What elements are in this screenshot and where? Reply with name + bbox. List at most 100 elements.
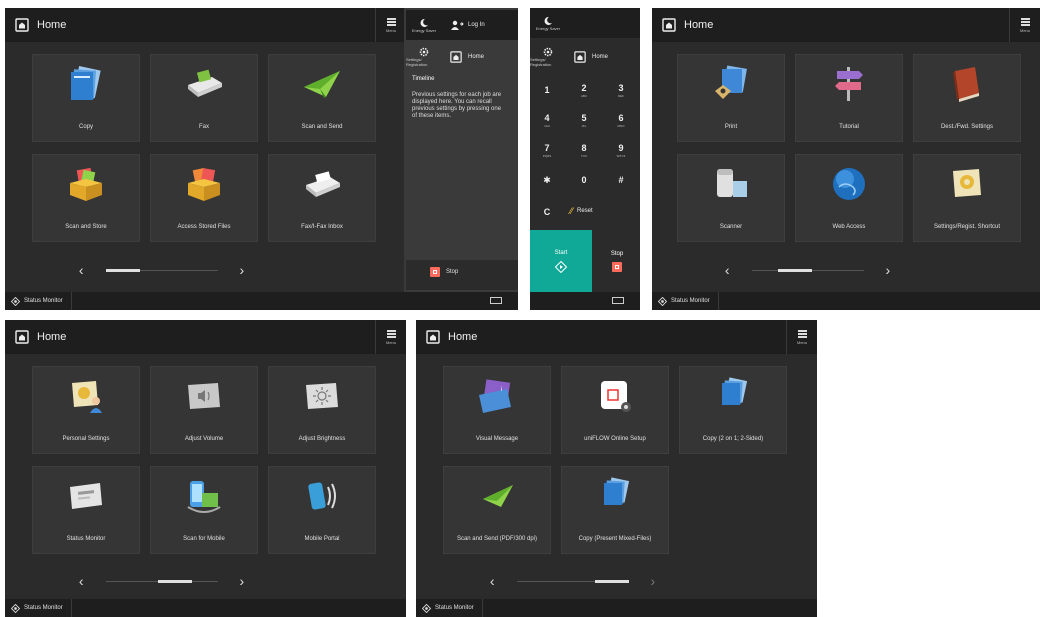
key-letters: WXYZ xyxy=(616,153,626,158)
menu-button[interactable]: Menu xyxy=(375,320,406,354)
gear-icon xyxy=(543,47,553,57)
tile-access-stored-files[interactable]: Access Stored Files xyxy=(150,154,258,242)
menu-button[interactable]: Menu xyxy=(786,320,817,354)
chevron-left-icon[interactable]: ‹ xyxy=(79,263,84,277)
status-bar: Status Monitor xyxy=(5,292,406,310)
chevron-right-icon[interactable]: › xyxy=(651,574,656,588)
tile-scan-and-store[interactable]: Scan and Store xyxy=(32,154,140,242)
tile-tutorial[interactable]: Tutorial xyxy=(795,54,903,142)
tile-settings-regist-shortcut[interactable]: Settings/Regist. Shortcut xyxy=(913,154,1021,242)
key-1[interactable]: 1 xyxy=(530,76,564,104)
key-hash[interactable]: # xyxy=(604,166,638,194)
tile-scan-for-mobile[interactable]: Scan for Mobile xyxy=(150,466,258,554)
key-8[interactable]: 8 TUV xyxy=(567,136,601,164)
tile-grid: Print Tutorial Dest./Fwd. Settings Scann… xyxy=(677,54,1021,242)
tile-status-monitor[interactable]: Status Monitor xyxy=(32,466,140,554)
key-5[interactable]: 5 JKL xyxy=(567,106,601,134)
user-icon xyxy=(451,20,464,30)
menu-icon xyxy=(1020,17,1030,26)
home-title[interactable]: Home xyxy=(15,330,66,344)
chevron-left-icon[interactable]: ‹ xyxy=(725,263,730,277)
key-7[interactable]: 7 PQRS xyxy=(530,136,564,164)
menu-button[interactable]: Menu xyxy=(375,8,406,42)
tile-scanner[interactable]: Scanner xyxy=(677,154,785,242)
tile-label: Copy xyxy=(78,124,93,130)
tile-adjust-brightness[interactable]: Adjust Brightness xyxy=(268,366,376,454)
energy-saver-button[interactable]: Energy Saver xyxy=(406,18,442,33)
clear-label: C xyxy=(543,207,551,217)
key-0[interactable]: 0 xyxy=(567,166,601,194)
tile-visual-message[interactable]: i Visual Message xyxy=(443,366,551,454)
tile-personal-settings[interactable]: Personal Settings xyxy=(32,366,140,454)
tile-copy[interactable]: Copy xyxy=(32,54,140,142)
home-title[interactable]: Home xyxy=(426,330,477,344)
reset-button[interactable]: ⁄⁄ Reset xyxy=(570,206,593,216)
tile-label: Dest./Fwd. Settings xyxy=(940,124,993,130)
top-bar: Home Menu xyxy=(416,320,817,354)
energy-saver-label: Energy Saver xyxy=(411,27,437,33)
svg-text:i: i xyxy=(501,387,502,393)
tile-scan-send-pdf[interactable]: Scan and Send (PDF/300 dpi) xyxy=(443,466,551,554)
start-button[interactable]: Start xyxy=(530,230,592,292)
status-monitor-button[interactable]: Status Monitor xyxy=(416,599,483,617)
tile-label: Scan for Mobile xyxy=(183,536,225,542)
stop-label: Stop xyxy=(446,269,459,275)
home-title[interactable]: Home xyxy=(15,18,66,32)
chevron-left-icon[interactable]: ‹ xyxy=(79,574,84,588)
tile-dest-fwd-settings[interactable]: Dest./Fwd. Settings xyxy=(913,54,1021,142)
tile-fax[interactable]: Fax xyxy=(150,54,258,142)
tile-scan-and-send[interactable]: Scan and Send xyxy=(268,54,376,142)
tile-uniflow-online-setup[interactable]: uniFLOW Online Setup xyxy=(561,366,669,454)
tile-print[interactable]: Print xyxy=(677,54,785,142)
settings-registration-button[interactable]: Settings/ Registration xyxy=(530,47,566,67)
keypad-panel: Energy Saver Settings/ Registration Home… xyxy=(530,8,640,310)
key-letters: PQRS xyxy=(542,153,552,158)
energy-saver-label: Energy Saver xyxy=(535,25,561,31)
settings-registration-button[interactable]: Settings/ Registration xyxy=(406,47,442,67)
key-digit: 1 xyxy=(544,84,550,95)
scan-mobile-icon xyxy=(187,481,221,513)
key-asterisk[interactable]: ✱ xyxy=(530,166,564,194)
menu-button[interactable]: Menu xyxy=(1009,8,1040,42)
tile-copy-present-mixed[interactable]: Copy (Present Mixed-Files) xyxy=(561,466,669,554)
status-monitor-button[interactable]: Status Monitor xyxy=(5,292,72,310)
tile-web-access[interactable]: Web Access xyxy=(795,154,903,242)
status-monitor-button[interactable]: Status Monitor xyxy=(5,599,72,617)
key-2[interactable]: 2 ABC xyxy=(567,76,601,104)
tile-adjust-volume[interactable]: Adjust Volume xyxy=(150,366,258,454)
key-digit: 4 xyxy=(544,112,550,123)
log-in-button[interactable]: Log In xyxy=(450,20,485,30)
tile-mobile-portal[interactable]: Mobile Portal xyxy=(268,466,376,554)
clear-key[interactable]: C xyxy=(530,198,564,226)
energy-saver-button[interactable]: Energy Saver xyxy=(530,16,566,31)
keypad-stop-button[interactable]: Stop xyxy=(594,230,640,292)
key-letters: MNO xyxy=(617,123,625,128)
stop-button[interactable]: Stop xyxy=(430,267,458,277)
tile-fax-inbox[interactable]: Fax/I-Fax Inbox xyxy=(268,154,376,242)
tile-copy-2on1-2sided[interactable]: Copy (2 on 1; 2-Sided) xyxy=(679,366,787,454)
home-label: Home xyxy=(37,19,67,31)
stop-icon xyxy=(612,261,622,272)
side-home-button[interactable]: Home xyxy=(450,51,484,63)
chevron-right-icon[interactable]: › xyxy=(240,263,245,277)
key-6[interactable]: 6 MNO xyxy=(604,106,638,134)
status-monitor-button[interactable]: Status Monitor xyxy=(652,292,719,310)
chevron-right-icon[interactable]: › xyxy=(240,574,245,588)
tile-label: Web Access xyxy=(832,224,866,230)
tile-label: Adjust Brightness xyxy=(298,436,346,442)
tile-label: Fax xyxy=(198,124,209,130)
key-3[interactable]: 3 DEF xyxy=(604,76,638,104)
home-screen-4: Home Menu i Visual Message uniFLOW Onlin… xyxy=(416,320,817,617)
status-monitor-label: Status Monitor xyxy=(671,298,710,304)
tile-label: uniFLOW Online Setup xyxy=(584,436,646,442)
key-9[interactable]: 9 WXYZ xyxy=(604,136,638,164)
keyboard-icon[interactable] xyxy=(612,297,624,304)
chevron-right-icon[interactable]: › xyxy=(886,263,891,277)
key-4[interactable]: 4 GHI xyxy=(530,106,564,134)
keypad-home-button[interactable]: Home xyxy=(574,51,608,63)
home-title[interactable]: Home xyxy=(662,18,713,32)
chevron-left-icon[interactable]: ‹ xyxy=(490,574,495,588)
keyboard-icon[interactable] xyxy=(490,297,502,304)
key-digit: 5 xyxy=(581,112,587,123)
start-label: Start xyxy=(554,249,568,256)
